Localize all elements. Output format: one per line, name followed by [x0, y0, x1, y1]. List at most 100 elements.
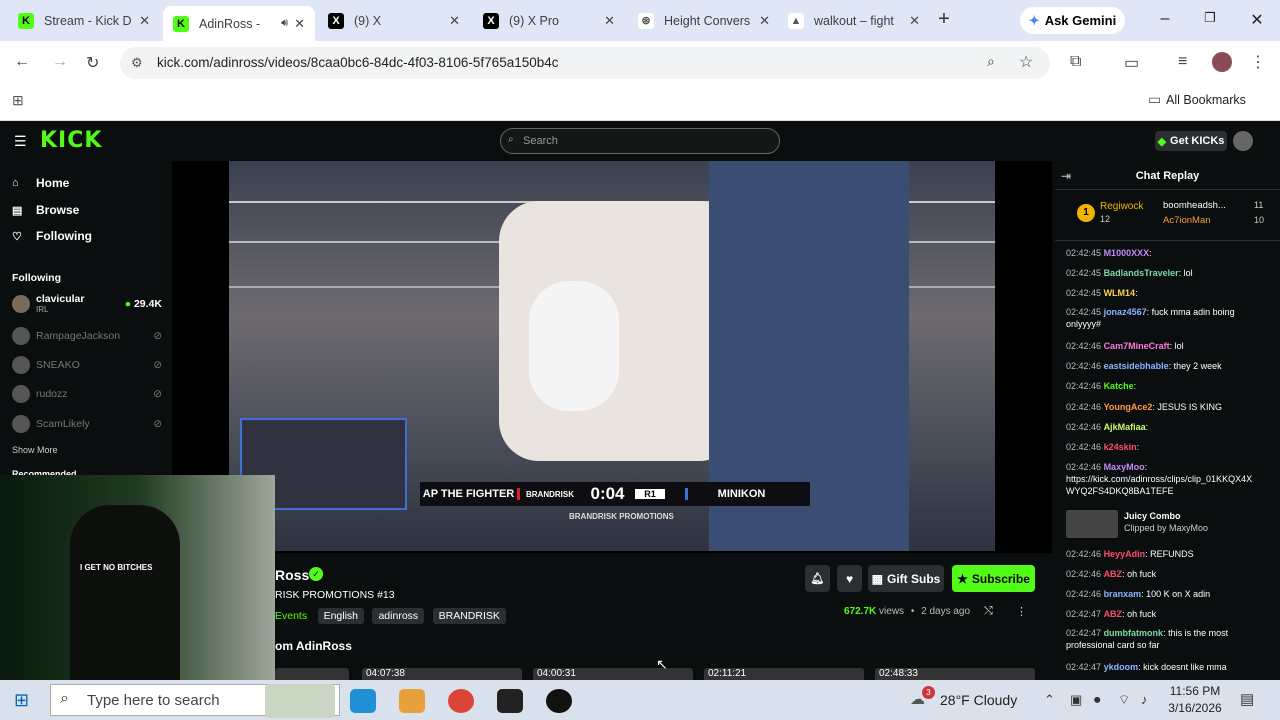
followed-channel[interactable]: ScamLikely ⊘	[12, 415, 162, 433]
browser-tab[interactable]: ▲ walkout – fight ✕	[778, 6, 930, 35]
video-thumbnail[interactable]	[275, 668, 349, 680]
close-tab-icon[interactable]: ✕	[449, 13, 460, 29]
clip-thumbnail[interactable]	[1066, 510, 1118, 538]
bell-icon[interactable]: 🔔︎	[805, 565, 830, 592]
back-icon[interactable]: ←	[14, 53, 30, 71]
top-gifter-name[interactable]: Regiwock	[1100, 201, 1143, 212]
gift-subs-button[interactable]: ▦ Gift Subs	[868, 565, 944, 592]
follow-heart-icon[interactable]: ♥	[837, 565, 862, 592]
browser-tab[interactable]: ⊛ Height Convers ✕	[628, 6, 780, 35]
reload-icon[interactable]: ↻	[86, 53, 99, 73]
nav-following[interactable]: ♡ Following	[12, 229, 92, 243]
media-icon[interactable]: ≡	[1178, 53, 1187, 71]
site-info-icon[interactable]: ⚙	[131, 55, 143, 71]
all-bookmarks-link[interactable]: All Bookmarks	[1166, 93, 1246, 107]
tray-app-icon[interactable]: ▣	[1070, 692, 1082, 708]
weather-text[interactable]: 28°F Cloudy	[940, 692, 1017, 708]
close-tab-icon[interactable]: ✕	[139, 13, 150, 29]
chat-panel: ⇥ Chat Replay 1 Regiwock 12 boomheadsh..…	[1055, 161, 1280, 680]
extensions-icon[interactable]: ⧉	[1070, 53, 1081, 71]
notifications-icon[interactable]: ▤	[1240, 690, 1254, 708]
chat-message: 02:42:46 AjkMafiaa:	[1066, 422, 1149, 432]
browser-tab[interactable]: X (9) X ✕	[318, 6, 470, 35]
show-more-link[interactable]: Show More	[12, 445, 58, 455]
app-icon[interactable]	[399, 689, 425, 713]
message-username[interactable]: dumbfatmonk	[1104, 628, 1164, 638]
tag-pill[interactable]: adinross	[372, 608, 425, 624]
tag-pill[interactable]: BRANDRISK	[432, 608, 506, 624]
browser-tab[interactable]: X (9) X Pro ✕	[473, 6, 625, 35]
new-tab-button[interactable]: +	[932, 8, 956, 31]
restore-icon[interactable]: ❐	[1200, 10, 1220, 26]
clock[interactable]: 11:56 PM 3/16/2026	[1165, 684, 1225, 715]
message-username[interactable]: MaxyMoo	[1104, 462, 1145, 472]
obs-icon[interactable]	[546, 689, 572, 713]
share-icon[interactable]: ⤭	[984, 605, 993, 618]
close-tab-icon[interactable]: ✕	[604, 13, 615, 29]
message-username[interactable]: ABZ	[1104, 569, 1123, 579]
browser-tab[interactable]: K AdinRoss - 🔊︎ ✕	[163, 6, 315, 41]
gifter-name[interactable]: Ac7ionMan	[1163, 215, 1211, 226]
get-kicks-button[interactable]: ◆ Get KICKs	[1155, 131, 1227, 151]
message-username[interactable]: HeyyAdin	[1104, 549, 1146, 559]
followed-channel[interactable]: clavicular IRL ● 29.4K	[12, 293, 162, 314]
volume-icon[interactable]: ♪	[1141, 692, 1148, 707]
menu-icon[interactable]: ⋮	[1250, 52, 1266, 72]
close-tab-icon[interactable]: ✕	[294, 16, 305, 32]
followed-channel[interactable]: RampageJackson ⊘	[12, 327, 162, 345]
channel-name[interactable]: Ross	[275, 567, 309, 583]
followed-channel[interactable]: rudozz ⊘	[12, 385, 162, 403]
audio-icon[interactable]: 🔊︎	[281, 17, 288, 30]
edge-icon[interactable]	[350, 689, 376, 713]
followed-channel[interactable]: SNEAKO ⊘	[12, 356, 162, 374]
message-username[interactable]: AjkMafiaa	[1104, 422, 1146, 432]
message-username[interactable]: eastsidebhable	[1104, 361, 1169, 371]
message-username[interactable]: M1000XXX	[1104, 248, 1150, 258]
wifi-icon[interactable]: ⌔	[1118, 692, 1130, 708]
browser-tab[interactable]: K Stream - Kick D ✕	[8, 6, 160, 35]
close-tab-icon[interactable]: ✕	[759, 13, 770, 29]
video-thumbnail[interactable]: 04:00:31	[533, 668, 693, 680]
kick-logo[interactable]: KICK	[40, 128, 102, 153]
tag-pill[interactable]: English	[317, 608, 365, 624]
nav-browse[interactable]: ▤ Browse	[12, 203, 79, 217]
apps-icon[interactable]: ⊞	[12, 92, 24, 109]
hamburger-icon[interactable]: ☰	[14, 133, 27, 150]
more-options-icon[interactable]: ⋮	[1016, 605, 1027, 618]
message-username[interactable]: YoungAce2	[1104, 402, 1153, 412]
nav-home[interactable]: ⌂ Home	[12, 176, 69, 190]
video-thumbnail[interactable]: 02:11:21	[704, 668, 864, 680]
message-username[interactable]: Cam7MineCraft	[1104, 341, 1170, 351]
message-username[interactable]: jonaz4567	[1104, 307, 1147, 317]
minimize-icon[interactable]: –	[1155, 10, 1175, 28]
profile-avatar[interactable]	[1212, 52, 1232, 72]
cast-icon[interactable]: ▭	[1124, 53, 1139, 73]
message-username[interactable]: ABZ	[1104, 609, 1123, 619]
message-username[interactable]: Katche	[1104, 381, 1134, 391]
gifter-name[interactable]: boomheadsh...	[1163, 200, 1226, 211]
url-text[interactable]: kick.com/adinross/videos/8caa0bc6-84dc-4…	[157, 55, 559, 70]
message-username[interactable]: BadlandsTraveler	[1104, 268, 1179, 278]
message-username[interactable]: ykdoom	[1104, 662, 1139, 672]
microphone-icon[interactable]: ⏺	[1094, 692, 1101, 708]
message-username[interactable]: Juicy Combo	[1124, 511, 1181, 521]
chrome-icon[interactable]	[448, 689, 474, 713]
close-tab-icon[interactable]: ✕	[909, 13, 920, 29]
tray-chevron-icon[interactable]: ⌃	[1044, 692, 1055, 708]
video-thumbnail[interactable]: 02:48:33	[875, 668, 1035, 680]
user-avatar[interactable]	[1233, 131, 1253, 151]
search-input[interactable]: Search	[500, 128, 780, 154]
message-username[interactable]: k24skin	[1104, 442, 1137, 452]
video-thumbnail[interactable]: 04:07:38	[362, 668, 522, 680]
message-username[interactable]: WLM14	[1104, 288, 1136, 298]
subscribe-button[interactable]: ★ Subscribe	[952, 565, 1035, 592]
start-icon[interactable]: ⊞	[14, 690, 29, 711]
ask-gemini-button[interactable]: ✦ Ask Gemini	[1020, 7, 1125, 34]
capcut-icon[interactable]	[497, 689, 523, 713]
category-link[interactable]: Events	[275, 610, 307, 622]
close-window-icon[interactable]: ✕	[1247, 10, 1267, 30]
forward-icon[interactable]: →	[52, 53, 68, 71]
bookmark-star-icon[interactable]: ☆	[1019, 52, 1033, 72]
zoom-icon[interactable]: ⌕	[987, 53, 995, 70]
message-username[interactable]: branxam	[1104, 589, 1142, 599]
